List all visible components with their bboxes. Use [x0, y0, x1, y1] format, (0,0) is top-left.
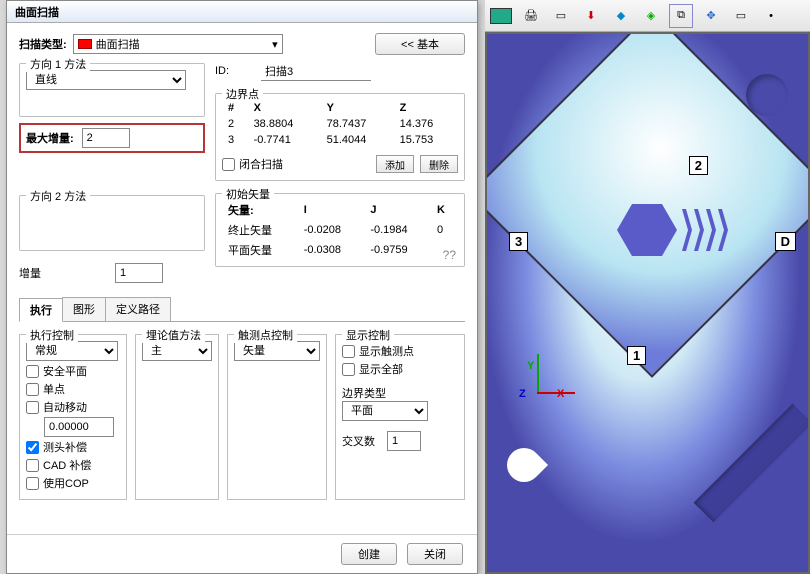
cross-count-input[interactable] [387, 431, 421, 451]
max-increment-label: 最大增量: [26, 130, 74, 146]
color-1[interactable] [489, 4, 513, 28]
main-toolbar: 🖨 ▭ ⬇ ◆ ◈ ⧉ ✥ ▭ • [485, 0, 810, 32]
max-increment-input[interactable] [82, 128, 130, 148]
boundary-type-select[interactable]: 平面 [342, 401, 428, 421]
scan-type-icon [78, 39, 92, 49]
use-cop-check[interactable]: 使用COP [26, 475, 120, 491]
probe-comp-check[interactable]: 测头补偿 [26, 439, 120, 455]
table-row: 平面矢量-0.0308-0.9759 [222, 240, 458, 260]
show-all-check[interactable]: 显示全部 [342, 361, 458, 377]
part-hole-2 [500, 441, 548, 489]
unknown-label: ?? [443, 248, 456, 262]
marker-D[interactable]: D [775, 232, 796, 251]
dialog-titlebar: 曲面扫描 [7, 1, 477, 23]
tool-icon-2[interactable]: ⬇ [579, 4, 603, 28]
init-vector-table[interactable]: 矢量:IJK 终止矢量-0.0208-0.19840 平面矢量-0.0308-0… [222, 200, 458, 260]
boundary-points-table[interactable]: #X YZ 238.880478.743714.376 3-0.774151.4… [222, 100, 458, 148]
boundary-type-label: 边界类型 [342, 385, 458, 401]
id-input[interactable] [261, 61, 371, 81]
add-button[interactable]: 添加 [376, 155, 414, 173]
fit-method-legend: 埋论值方法 [142, 327, 205, 343]
tab-bar: 执行 图形 定义路径 [19, 297, 465, 322]
scan-dialog: 曲面扫描 扫描类型: 曲面扫描 ▾ << 基本 方向 1 方法 直线 最大增量 [6, 0, 478, 574]
tab-define-path[interactable]: 定义路径 [105, 297, 171, 321]
part-slot [694, 404, 810, 523]
closed-scan-check[interactable]: 闭合扫描 [222, 156, 283, 172]
single-point-check[interactable]: 单点 [26, 381, 120, 397]
comment-icon[interactable]: ▭ [729, 4, 753, 28]
exec-mode-select[interactable]: 常规 [26, 341, 118, 361]
tab-graphics[interactable]: 图形 [62, 297, 106, 321]
tool-icon-4[interactable]: ◈ [639, 4, 663, 28]
tool-icon-1[interactable]: ▭ [549, 4, 573, 28]
auto-move-value[interactable] [44, 417, 114, 437]
table-row: 238.880478.743714.376 [222, 116, 458, 132]
viewport-content: 2 3 D 1 Y X Z [487, 34, 808, 572]
marker-2[interactable]: 2 [689, 156, 708, 175]
cross-count-label: 交叉数 [342, 433, 375, 449]
init-vector-legend: 初始矢量 [222, 186, 274, 202]
touch-control-legend: 触测点控制 [234, 327, 297, 343]
tab-execute[interactable]: 执行 [19, 298, 63, 322]
close-button[interactable]: 关闭 [407, 543, 463, 565]
max-increment-field: 最大增量: [19, 123, 205, 153]
tool-icon-5[interactable]: ⧉ [669, 4, 693, 28]
scan-type-value: 曲面扫描 [96, 36, 140, 52]
cad-comp-check[interactable]: CAD 补偿 [26, 457, 120, 473]
tool-icon-6[interactable]: • [759, 4, 783, 28]
auto-move-check[interactable]: 自动移动 [26, 399, 120, 415]
exec-control-legend: 执行控制 [26, 327, 78, 343]
table-row: 终止矢量-0.0208-0.19840 [222, 220, 458, 240]
boundary-points-legend: 边界点 [222, 86, 263, 102]
tool-icon-3[interactable]: ◆ [609, 4, 633, 28]
increment-input[interactable] [115, 263, 163, 283]
table-row: 3-0.774151.404415.753 [222, 132, 458, 148]
dir2-method-label: 方向 2 方法 [26, 188, 90, 204]
cad-viewport[interactable]: 2 3 D 1 Y X Z [485, 32, 810, 574]
delete-button[interactable]: 删除 [420, 155, 458, 173]
marker-3[interactable]: 3 [509, 232, 528, 251]
increment-label: 增量 [19, 265, 109, 281]
move-icon[interactable]: ✥ [699, 4, 723, 28]
basic-button[interactable]: << 基本 [375, 33, 465, 55]
show-touch-check[interactable]: 显示触测点 [342, 343, 458, 359]
fit-method-select[interactable]: 主 [142, 341, 212, 361]
part-chevrons [682, 209, 728, 251]
printer-icon[interactable]: 🖨 [519, 4, 543, 28]
chevron-down-icon[interactable]: ▾ [272, 38, 278, 51]
create-button[interactable]: 创建 [341, 543, 397, 565]
id-label: ID: [215, 65, 255, 77]
marker-1[interactable]: 1 [627, 346, 646, 365]
display-control-legend: 显示控制 [342, 327, 394, 343]
touch-control-select[interactable]: 矢量 [234, 341, 320, 361]
safe-plane-check[interactable]: 安全平面 [26, 363, 120, 379]
dir1-method-select[interactable]: 直线 [26, 70, 186, 90]
scan-type-label: 扫描类型: [19, 36, 67, 52]
dir1-method-label: 方向 1 方法 [26, 56, 90, 72]
